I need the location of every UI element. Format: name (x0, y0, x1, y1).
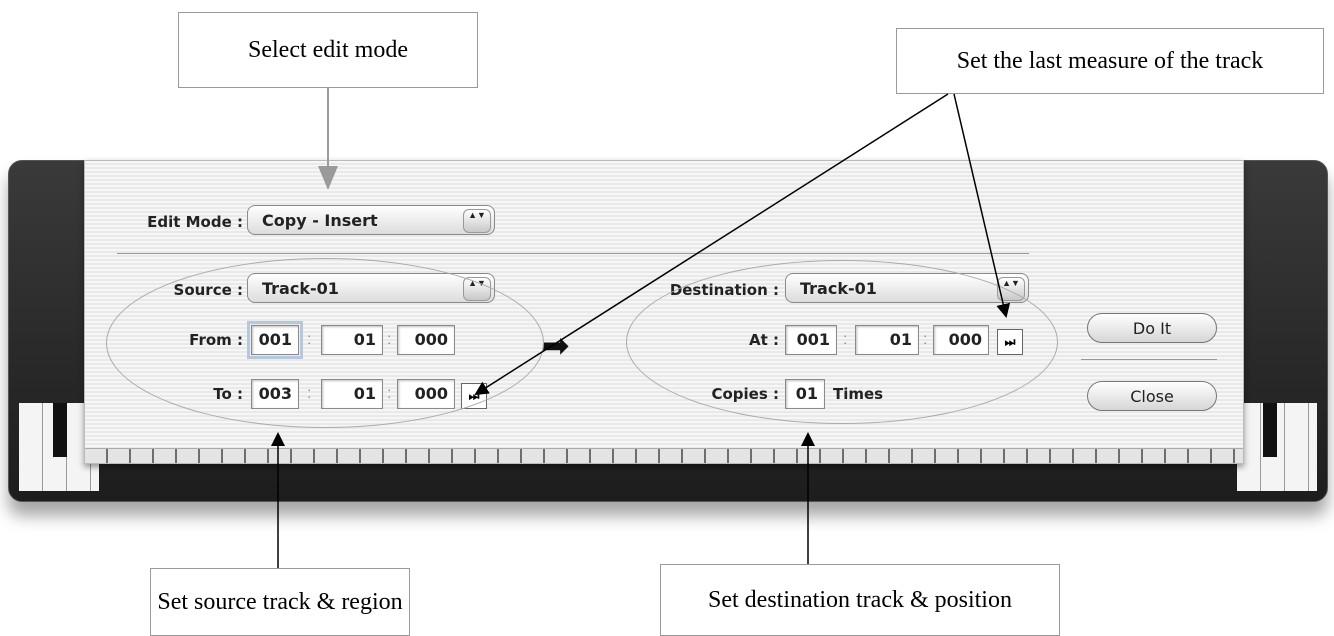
edit-mode-arrowhead (318, 166, 338, 190)
callout-arrows (271, 88, 1011, 568)
last-measure-arrow-source (474, 93, 949, 396)
last-measure-arrow-destination (953, 93, 1011, 318)
